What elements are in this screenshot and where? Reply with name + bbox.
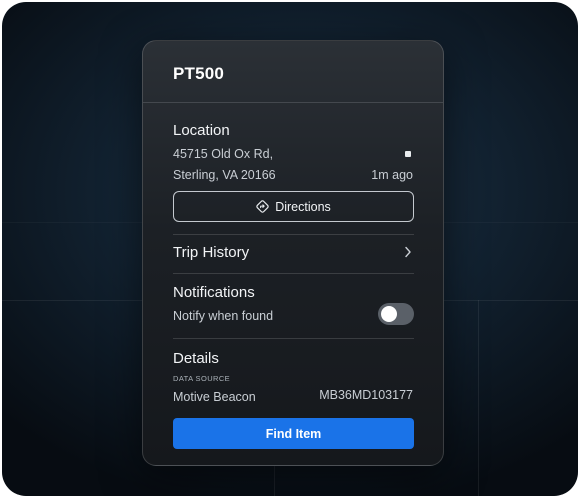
- address-line-2: Sterling, VA 20166: [173, 168, 276, 182]
- background-stage: PT500 Location 45715 Old Ox Rd, Sterling…: [2, 2, 578, 496]
- find-item-button[interactable]: Find Item: [173, 418, 414, 449]
- notify-toggle[interactable]: [378, 303, 414, 325]
- divider: [143, 102, 443, 103]
- chevron-right-icon: [404, 245, 412, 264]
- divider: [173, 234, 414, 235]
- grid-line: [478, 300, 479, 496]
- location-timestamp: 1m ago: [371, 168, 413, 182]
- notifications-title: Notifications: [173, 284, 255, 301]
- location-title: Location: [173, 122, 230, 139]
- status-dot-icon: [405, 151, 411, 157]
- trip-history-label: Trip History: [173, 244, 250, 261]
- notify-toggle-label: Notify when found: [173, 309, 274, 323]
- directions-label: Directions: [275, 199, 331, 214]
- trip-history-row[interactable]: Trip History: [173, 237, 414, 269]
- divider: [173, 338, 414, 339]
- details-title: Details: [173, 350, 219, 367]
- directions-button[interactable]: Directions: [173, 191, 414, 222]
- toggle-knob: [381, 306, 397, 322]
- data-source-value: Motive Beacon: [173, 390, 256, 404]
- device-id: MB36MD103177: [319, 388, 413, 402]
- asset-detail-card: PT500 Location 45715 Old Ox Rd, Sterling…: [142, 40, 444, 466]
- address-line-1: 45715 Old Ox Rd,: [173, 147, 274, 161]
- directions-diamond-icon: [256, 200, 269, 213]
- divider: [173, 273, 414, 274]
- card-title: PT500: [173, 64, 225, 83]
- data-source-label: DATA SOURCE: [173, 374, 231, 383]
